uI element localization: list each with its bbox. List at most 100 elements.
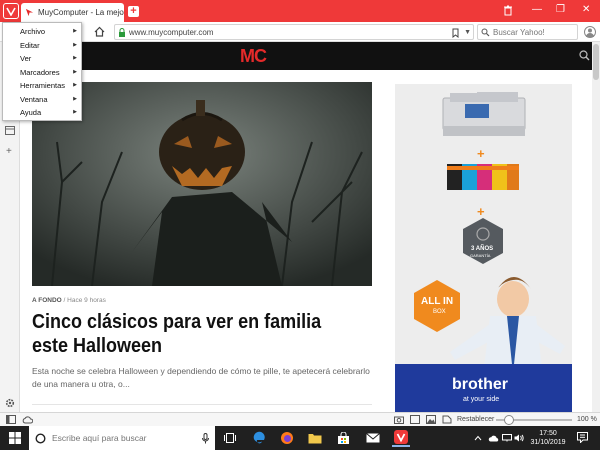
vivaldi-taskbar-icon: [394, 430, 408, 444]
ad-tagline: at your side: [463, 396, 500, 403]
search-engine-field[interactable]: [477, 24, 578, 40]
camera-icon[interactable]: [394, 415, 404, 424]
profile-avatar[interactable]: [584, 26, 596, 38]
menu-item-ayuda[interactable]: Ayuda ▶: [3, 106, 81, 120]
menu-item-label: Herramientas: [20, 81, 66, 91]
article-hero-image[interactable]: [32, 82, 372, 286]
ad-plus-2: +: [477, 204, 485, 219]
panel-toggle-icon[interactable]: [6, 415, 16, 424]
menu-item-herramientas[interactable]: Herramientas ▶: [3, 79, 81, 93]
lock-icon: [119, 27, 125, 37]
minimize-button[interactable]: —: [532, 4, 542, 15]
taskbar-mail[interactable]: [364, 429, 382, 447]
menu-item-label: Ayuda: [20, 108, 42, 118]
firefox-icon: [281, 432, 293, 444]
taskbar-search-box[interactable]: [29, 426, 215, 450]
submenu-arrow-icon: ▶: [73, 68, 77, 75]
ad-brand-logo: brother: [452, 376, 508, 393]
menu-item-marcadores[interactable]: Marcadores ▶: [3, 66, 81, 80]
maximize-button[interactable]: ❐: [556, 4, 565, 15]
site-logo[interactable]: MC: [240, 46, 267, 67]
clock-date: 31/10/2019: [530, 439, 566, 446]
notifications-icon[interactable]: [577, 432, 588, 443]
zoom-reset-label[interactable]: Restablecer: [457, 416, 494, 423]
menu-item-label: Archivo: [20, 27, 46, 37]
favicon-icon: [25, 8, 34, 17]
submenu-arrow-icon: ▶: [73, 95, 77, 102]
menu-item-label: Editar: [20, 40, 40, 50]
chevron-down-icon[interactable]: ▼: [464, 29, 471, 36]
submenu-arrow-icon: ▶: [73, 55, 77, 61]
scrollbar-thumb[interactable]: [593, 44, 599, 80]
menu-item-archivo[interactable]: Archivo ▶: [3, 25, 81, 39]
menu-item-ventana[interactable]: Ventana ▶: [3, 93, 81, 107]
image-toggle-icon[interactable]: [426, 415, 436, 424]
task-view-icon: [224, 433, 236, 443]
mail-icon: [366, 433, 380, 443]
taskbar-firefox[interactable]: [278, 429, 296, 447]
network-icon[interactable]: [502, 434, 512, 442]
taskbar-file-explorer[interactable]: [306, 429, 324, 447]
submenu-arrow-icon: ▶: [73, 41, 77, 48]
vivaldi-menu-button[interactable]: [3, 3, 19, 19]
volume-icon[interactable]: [514, 434, 524, 442]
settings-gear-icon[interactable]: [5, 398, 15, 408]
taskbar-edge[interactable]: [250, 429, 268, 447]
printer-image: [442, 90, 526, 136]
submenu-arrow-icon: ▶: [73, 82, 77, 88]
address-bar: www.muycomputer.com ▼: [0, 22, 600, 42]
zoom-slider-thumb[interactable]: [503, 415, 514, 425]
bookmark-icon[interactable]: [452, 28, 459, 38]
taskbar-search-input[interactable]: [52, 433, 202, 443]
page-scrollbar[interactable]: [592, 42, 600, 412]
taskbar-clock[interactable]: 17:50 31/10/2019: [526, 429, 570, 447]
task-view-button[interactable]: [221, 429, 239, 447]
tab-bar: MuyComputer - La mejor in × + — ❐ ✕: [0, 0, 600, 22]
window-panel-icon[interactable]: [5, 126, 15, 135]
close-window-button[interactable]: ✕: [582, 4, 590, 15]
pumpkin-scarecrow-image: [32, 82, 372, 286]
taskbar-vivaldi[interactable]: [392, 429, 410, 447]
store-icon: [337, 431, 349, 444]
tab-muycomputer[interactable]: MuyComputer - La mejor in ×: [21, 3, 124, 22]
onedrive-icon[interactable]: [488, 434, 499, 442]
tray-overflow-icon[interactable]: [474, 435, 482, 441]
site-search-icon[interactable]: [579, 50, 590, 61]
menu-item-editar[interactable]: Editar ▶: [3, 39, 81, 53]
url-field[interactable]: www.muycomputer.com ▼: [114, 24, 474, 40]
site-header: MC: [20, 42, 600, 70]
tile-view-icon[interactable]: [410, 415, 420, 424]
main-menu: Archivo ▶ Editar ▶ Ver ▶ Marcadores ▶ Herramient…: [2, 22, 82, 121]
article-category[interactable]: A FONDO: [32, 297, 62, 304]
new-tab-button[interactable]: +: [128, 6, 139, 17]
tab-title: MuyComputer - La mejor in: [38, 8, 124, 17]
zoom-level: 100 %: [577, 416, 597, 423]
search-icon: [481, 28, 490, 36]
home-icon[interactable]: [94, 26, 105, 37]
add-panel-button[interactable]: +: [6, 146, 12, 157]
cortana-icon: [35, 432, 46, 444]
windows-start-icon[interactable]: [9, 432, 21, 444]
advertisement-banner[interactable]: + + 3 AÑOS GARANTÍA ALL IN BOX brother a…: [395, 84, 572, 412]
meta-separator: /: [63, 297, 66, 304]
tab-close-button[interactable]: ×: [117, 8, 122, 17]
article-headline[interactable]: Cinco clásicos para ver en familia este …: [32, 310, 338, 358]
web-page: MC A FONDO / Hace 9 horas Cinco clásicos…: [20, 42, 600, 412]
trash-icon[interactable]: [503, 5, 513, 16]
ink-cartridges-image: [447, 164, 519, 190]
taskbar-store[interactable]: [334, 429, 352, 447]
menu-item-label: Marcadores: [20, 67, 60, 77]
url-text: www.muycomputer.com: [129, 27, 214, 37]
vivaldi-logo-icon: [6, 7, 16, 16]
menu-item-ver[interactable]: Ver ▶: [3, 52, 81, 66]
microphone-icon[interactable]: [202, 432, 209, 444]
status-bar: Restablecer 100 %: [0, 412, 600, 426]
search-input[interactable]: [493, 27, 573, 37]
cloud-sync-icon[interactable]: [22, 415, 33, 424]
ad-allin-text: ALL IN: [421, 296, 454, 307]
page-actions-icon[interactable]: [442, 415, 452, 424]
ad-box-text: BOX: [433, 309, 446, 315]
divider: [32, 404, 372, 405]
clock-time: 17:50: [539, 430, 557, 437]
menu-item-label: Ver: [20, 54, 32, 64]
